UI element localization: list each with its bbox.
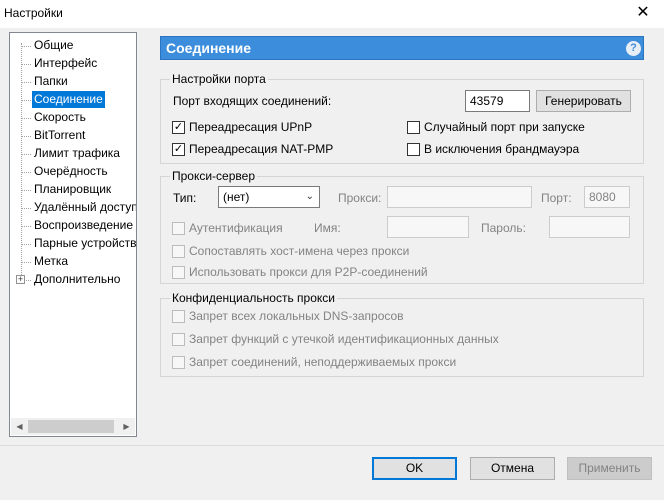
leak-block-checkbox[interactable] [172,333,185,346]
tree-item[interactable]: Очерёдность [32,163,110,180]
firewall-label: В исключения брандмауэра [424,142,580,156]
proxy-password-input[interactable] [549,216,630,238]
proxy-group-title: Прокси-сервер [170,169,257,183]
proxy-username-input[interactable] [387,216,469,238]
tree-branch-line [21,172,31,173]
tree-branch-line [21,208,31,209]
tree-item[interactable]: BitTorrent [32,127,87,144]
dns-block-checkbox[interactable] [172,310,185,323]
scroll-thumb[interactable] [28,420,114,433]
proxy-type-select[interactable]: (нет) ⌄ [218,186,320,208]
tree-item[interactable]: Лимит трафика [32,145,122,162]
proxy-port-label: Порт: [541,191,572,205]
p2p-proxy-checkbox[interactable] [172,266,185,279]
scroll-right-icon[interactable]: ▶ [118,418,135,435]
upnp-label: Переадресация UPnP [189,120,313,134]
expand-icon[interactable]: + [16,275,25,284]
tree-branch-line [21,136,31,137]
tree-item-label: Метка [34,254,69,268]
tree-branch-line [21,100,31,101]
section-header: Соединение ? [160,36,644,60]
tree-branch-line [21,226,31,227]
window-title: Настройки [4,6,63,20]
tree-item[interactable]: Удалённый доступ [32,199,137,216]
proxy-port-input[interactable]: 8080 [584,186,630,208]
tree-item[interactable]: Дополнительно [32,271,122,288]
random-port-label: Случайный порт при запуске [424,120,585,134]
tree-item[interactable]: Соединение [32,91,105,108]
proxy-password-label: Пароль: [481,221,526,235]
tree-item[interactable]: Интерфейс [32,55,99,72]
leak-block-label: Запрет функций с утечкой идентификационн… [189,332,499,346]
proxy-auth-checkbox[interactable] [172,222,185,235]
tree-item-label: Очерёдность [34,164,108,178]
scroll-left-icon[interactable]: ◀ [11,418,28,435]
resolve-hostnames-label: Сопоставлять хост-имена через прокси [189,244,410,258]
section-title: Соединение [166,40,252,56]
tree-guide-line [21,43,22,283]
chevron-down-icon: ⌄ [305,191,314,202]
port-settings-title: Настройки порта [170,72,268,86]
proxy-username-label: Имя: [314,221,341,235]
tree-item-label: Воспроизведение [34,218,134,232]
p2p-proxy-label: Использовать прокси для P2P-соединений [189,265,428,279]
tree-item-label: Дополнительно [34,272,121,286]
tree-branch-line [21,244,31,245]
proxy-host-label: Прокси: [338,191,382,205]
tree-branch-line [21,190,31,191]
settings-tree[interactable]: Общие Интерфейс Папки Соединение Скорость Bit… [9,32,137,437]
close-icon[interactable]: ✕ [632,2,654,24]
proxy-host-input[interactable] [387,186,532,208]
tree-branch-line [21,82,31,83]
tree-branch-line [21,154,31,155]
tree-horizontal-scrollbar[interactable]: ◀ ▶ [11,418,135,435]
apply-button[interactable]: Применить [567,457,652,480]
tree-item[interactable]: Парные устройства [32,235,137,252]
dialog-button-bar [0,445,664,500]
tree-item-label: Соединение [32,91,105,108]
tree-branch-line [21,118,31,119]
natpmp-label: Переадресация NAT-PMP [189,142,334,156]
tree-item-label: Планировщик [34,182,112,196]
generate-port-button[interactable]: Генерировать [536,90,631,112]
tree-item-label: Скорость [34,110,86,124]
incoming-port-label: Порт входящих соединений: [173,94,332,108]
resolve-hostnames-checkbox[interactable] [172,245,185,258]
proxy-auth-label: Аутентификация [189,221,283,235]
random-port-checkbox[interactable] [407,121,420,134]
ok-button[interactable]: OK [372,457,457,480]
incoming-port-input[interactable]: 43579 [465,90,530,112]
upnp-checkbox[interactable]: ✓ [172,121,185,134]
proxy-type-label: Тип: [173,191,197,205]
proxy-type-value: (нет) [223,190,250,204]
tree-item-label: Интерфейс [34,56,98,70]
tree-item[interactable]: Папки [32,73,70,90]
tree-item-label: Удалённый доступ [34,200,137,214]
natpmp-checkbox[interactable]: ✓ [172,143,185,156]
dns-block-label: Запрет всех локальных DNS-запросов [189,309,404,323]
tree-branch-line [21,262,31,263]
tree-item[interactable]: Метка [32,253,70,270]
unsupported-block-checkbox[interactable] [172,356,185,369]
tree-item-label: Парные устройства [34,236,137,250]
tree-item[interactable]: Общие [32,37,75,54]
title-bar: Настройки ✕ [0,0,664,28]
tree-item-label: Лимит трафика [34,146,120,160]
tree-item-label: Общие [34,38,74,52]
cancel-button[interactable]: Отмена [470,457,555,480]
firewall-checkbox[interactable] [407,143,420,156]
tree-item-label: BitTorrent [34,128,86,142]
tree-item-label: Папки [34,74,68,88]
help-icon[interactable]: ? [626,41,641,56]
tree-item[interactable]: Планировщик [32,181,113,198]
unsupported-block-label: Запрет соединений, неподдерживаемых прок… [189,355,457,369]
tree-item[interactable]: Скорость [32,109,88,126]
tree-branch-line [21,46,31,47]
tree-item[interactable]: Воспроизведение [32,217,135,234]
tree-branch-line [21,64,31,65]
proxy-privacy-title: Конфиденциальность прокси [170,291,337,305]
